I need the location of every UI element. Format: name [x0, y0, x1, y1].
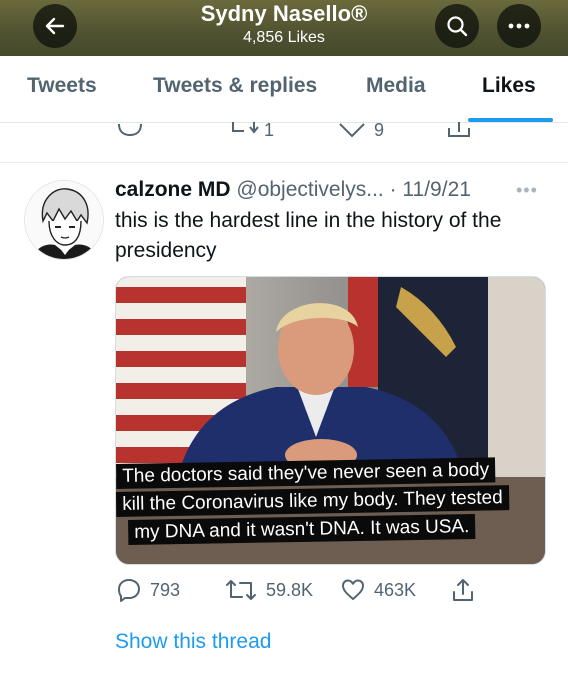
like-icon[interactable]	[338, 122, 366, 138]
previous-tweet-actions: 1 9	[0, 120, 568, 163]
tweet-more-icon[interactable]: •••	[516, 180, 538, 201]
avatar[interactable]	[24, 180, 104, 260]
tweet-header: calzone MD @objectivelys... · 11/9/21	[115, 178, 471, 202]
like-icon	[342, 579, 364, 600]
reply-icon	[118, 579, 140, 602]
author-name[interactable]: calzone MD	[115, 178, 231, 201]
tab-media[interactable]: Media	[366, 74, 426, 98]
search-button[interactable]	[435, 4, 479, 48]
tab-tweets-replies[interactable]: Tweets & replies	[153, 74, 317, 98]
like-button[interactable]: 463K	[340, 576, 416, 604]
show-thread-link[interactable]: Show this thread	[115, 630, 271, 654]
more-button[interactable]	[497, 4, 541, 48]
share-icon	[453, 579, 473, 601]
profile-name: Sydny Nasello®	[200, 1, 368, 26]
tweet-text: this is the hardest line in the history …	[115, 209, 502, 262]
caption-line-1: The doctors said they've never seen a bo…	[116, 457, 496, 489]
caption-line-2: kill the Coronavirus like my body. They …	[116, 485, 509, 517]
search-icon	[447, 16, 468, 37]
share-icon[interactable]	[446, 122, 472, 140]
tweet-media[interactable]: The doctors said they've never seen a bo…	[115, 276, 546, 565]
likes-count: 4,856 Likes	[243, 29, 325, 46]
retweet-icon	[226, 580, 256, 600]
prev-retweet-count: 1	[264, 120, 275, 140]
reply-icon[interactable]	[116, 122, 144, 138]
anime-avatar-image	[25, 181, 103, 259]
reply-button[interactable]: 793	[116, 576, 180, 604]
like-count: 463K	[374, 579, 417, 600]
profile-tabs: Tweets Tweets & replies Media Likes	[0, 56, 568, 123]
prev-like-count: 9	[374, 120, 385, 140]
tab-likes[interactable]: Likes	[482, 74, 536, 98]
tab-tweets[interactable]: Tweets	[27, 74, 97, 98]
retweet-count: 59.8K	[266, 579, 314, 600]
retweet-icon[interactable]	[228, 122, 260, 138]
retweet-button[interactable]: 59.8K	[224, 576, 313, 604]
author-handle[interactable]: @objectivelys...	[236, 178, 383, 201]
tweet-date[interactable]: · 11/9/21	[390, 178, 471, 201]
reply-count: 793	[150, 579, 181, 600]
video-caption: The doctors said they've never seen a bo…	[116, 457, 545, 564]
profile-header: Sydny Nasello® 4,856 Likes	[0, 0, 568, 56]
more-icon	[508, 23, 530, 29]
share-button[interactable]	[450, 576, 476, 604]
caption-line-3: my DNA and it wasn't DNA. It was USA.	[128, 513, 476, 545]
